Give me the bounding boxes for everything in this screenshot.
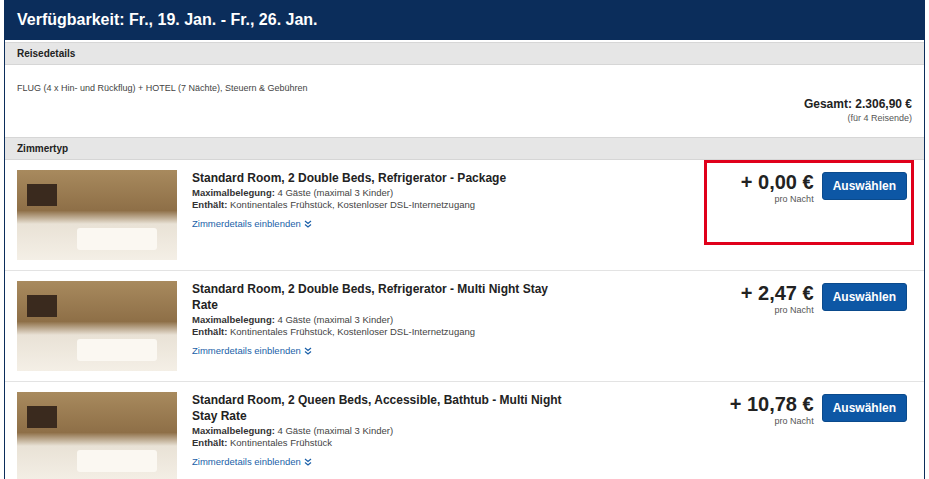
price-block: + 10,78 €pro Nacht — [730, 393, 814, 426]
room-price: + 0,00 € — [741, 171, 814, 194]
select-button[interactable]: Auswählen — [822, 283, 907, 311]
price-area: + 2,47 €pro Nacht Auswählen — [704, 271, 914, 338]
details-link[interactable]: Zimmerdetails einblenden — [192, 218, 312, 229]
room-price: + 2,47 € — [741, 282, 814, 305]
price-area: + 0,00 €pro Nacht Auswählen — [704, 160, 914, 245]
price-unit: pro Nacht — [730, 416, 814, 426]
room-occupancy: Maximalbelegung: 4 Gäste (maximal 3 Kind… — [192, 187, 704, 198]
details-link[interactable]: Zimmerdetails einblenden — [192, 345, 312, 356]
room-photo — [17, 170, 177, 260]
room-title: Standard Room, 2 Double Beds, Refrigerat… — [192, 170, 562, 186]
room-includes: Enthält: Kontinentales Frühstück, Kosten… — [192, 326, 704, 337]
section-band: Reisedetails — [5, 42, 924, 65]
price-unit: pro Nacht — [741, 194, 814, 204]
room-photo — [17, 392, 177, 479]
price-area: + 10,78 €pro Nacht Auswählen — [704, 382, 914, 449]
room-occupancy: Maximalbelegung: 4 Gäste (maximal 3 Kind… — [192, 425, 704, 436]
price-block: + 2,47 €pro Nacht — [741, 282, 814, 315]
double-chevron-icon — [304, 220, 312, 228]
select-button[interactable]: Auswählen — [822, 394, 907, 422]
availability-panel: Verfügbarkeit: Fr., 19. Jan. - Fr., 26. … — [4, 0, 925, 479]
availability-page: Verfügbarkeit: Fr., 19. Jan. - Fr., 26. … — [0, 0, 929, 479]
header-title: Verfügbarkeit: Fr., 19. Jan. - Fr., 26. … — [17, 11, 318, 29]
room-includes: Enthält: Kontinentales Frühstück, Kosten… — [192, 199, 704, 210]
total-price: Gesamt: 2.306,90 € — [804, 97, 912, 111]
room-occupancy: Maximalbelegung: 4 Gäste (maximal 3 Kind… — [192, 314, 704, 325]
price-unit: pro Nacht — [741, 305, 814, 315]
details-link[interactable]: Zimmerdetails einblenden — [192, 456, 312, 467]
trip-summary: FLUG (4 x Hin- und Rückflug) + HOTEL (7 … — [5, 65, 924, 135]
traveller-count: (für 4 Reisende) — [804, 113, 912, 123]
room-title: Standard Room, 2 Queen Beds, Accessible,… — [192, 392, 562, 424]
trip-description: FLUG (4 x Hin- und Rückflug) + HOTEL (7 … — [17, 81, 308, 93]
room-info: Standard Room, 2 Double Beds, Refrigerat… — [177, 271, 704, 358]
room-info: Standard Room, 2 Double Beds, Refrigerat… — [177, 160, 704, 231]
double-chevron-icon — [304, 458, 312, 466]
room-title: Standard Room, 2 Double Beds, Refrigerat… — [192, 281, 562, 313]
room-row: Standard Room, 2 Double Beds, Refrigerat… — [5, 271, 924, 382]
trip-total: Gesamt: 2.306,90 € (für 4 Reisende) — [804, 81, 912, 123]
header-bar: Verfügbarkeit: Fr., 19. Jan. - Fr., 26. … — [5, 0, 924, 40]
room-row: Standard Room, 2 Queen Beds, Accessible,… — [5, 382, 924, 479]
room-price: + 10,78 € — [730, 393, 814, 416]
room-includes: Enthält: Kontinentales Frühstück — [192, 437, 704, 448]
section-band: Zimmertyp — [5, 137, 924, 160]
room-info: Standard Room, 2 Queen Beds, Accessible,… — [177, 382, 704, 469]
room-row: Standard Room, 2 Double Beds, Refrigerat… — [5, 160, 924, 271]
price-block: + 0,00 €pro Nacht — [741, 171, 814, 204]
double-chevron-icon — [304, 347, 312, 355]
select-button[interactable]: Auswählen — [822, 172, 907, 200]
room-photo — [17, 281, 177, 371]
